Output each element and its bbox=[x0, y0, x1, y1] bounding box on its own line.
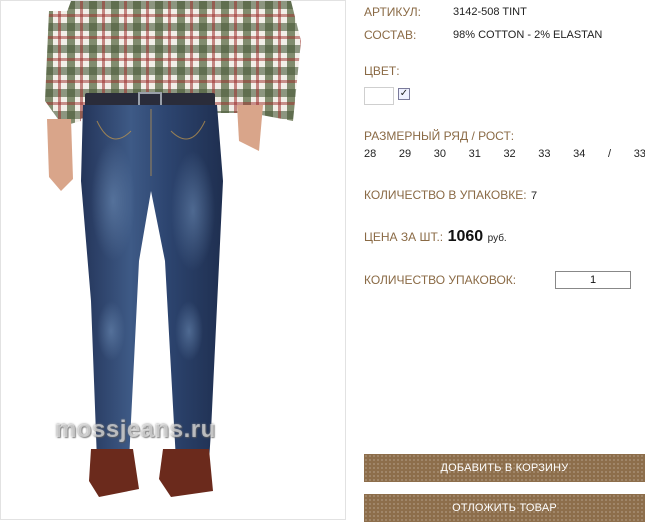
watermark-text: mossjeans.ru bbox=[55, 416, 216, 443]
size-item: 29 bbox=[398, 148, 412, 160]
size-separator: / bbox=[608, 148, 612, 160]
price-row: ЦЕНА ЗА ШТ.: 1060 руб. bbox=[364, 228, 507, 246]
composition-label: СОСТАВ: bbox=[364, 28, 417, 42]
packs-quantity-label: КОЛИЧЕСТВО УПАКОВОК: bbox=[364, 273, 517, 287]
size-item: 30 bbox=[433, 148, 446, 160]
price-value: 1060 bbox=[447, 228, 484, 245]
height-item: 33 bbox=[633, 148, 645, 160]
pack-quantity-value: 7 bbox=[531, 190, 538, 202]
article-label: АРТИКУЛ: bbox=[364, 5, 421, 19]
color-swatch[interactable] bbox=[364, 87, 394, 105]
size-item: 32 bbox=[503, 148, 516, 160]
article-value: 3142-508 TINT bbox=[453, 6, 527, 18]
price-label: ЦЕНА ЗА ШТ.: bbox=[364, 230, 444, 244]
pack-quantity-label: КОЛИЧЕСТВО В УПАКОВКЕ: bbox=[364, 188, 527, 202]
postpone-product-button[interactable]: ОТЛОЖИТЬ ТОВАР bbox=[364, 494, 645, 522]
color-checkbox[interactable]: ✓ bbox=[398, 88, 410, 100]
size-item: 34 bbox=[573, 148, 586, 160]
size-item: 31 bbox=[468, 148, 481, 160]
size-list: 28 29 30 31 32 33 34 / 33 bbox=[364, 148, 645, 160]
composition-value: 98% COTTON - 2% ELASTAN bbox=[453, 29, 603, 41]
size-item: 28 bbox=[364, 148, 377, 160]
packs-quantity-input[interactable] bbox=[555, 271, 631, 289]
add-to-cart-button[interactable]: ДОБАВИТЬ В КОРЗИНУ bbox=[364, 454, 645, 482]
color-label: ЦВЕТ: bbox=[364, 64, 400, 78]
size-range-label: РАЗМЕРНЫЙ РЯД / РОСТ: bbox=[364, 129, 515, 143]
product-photo: mossjeans.ru bbox=[0, 0, 346, 520]
pack-quantity-row: КОЛИЧЕСТВО В УПАКОВКЕ: 7 bbox=[364, 186, 537, 204]
size-item: 33 bbox=[538, 148, 551, 160]
price-currency: руб. bbox=[487, 233, 507, 244]
